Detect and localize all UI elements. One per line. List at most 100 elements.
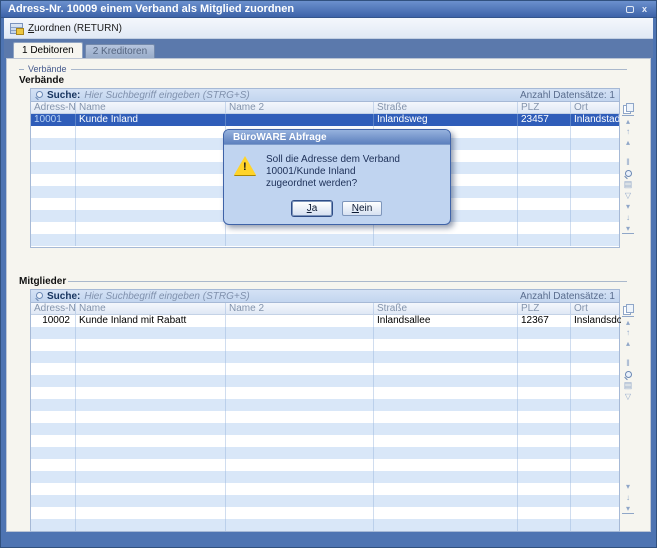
verbaende-search-bar[interactable]: Suche: Hier Suchbegriff eingeben (STRG+S… xyxy=(31,89,619,102)
column-header[interactable]: PLZ xyxy=(518,303,571,314)
window-titlebar[interactable]: Adress-Nr. 10009 einem Verband als Mitgl… xyxy=(1,1,656,18)
search-placeholder: Hier Suchbegriff eingeben (STRG+S) xyxy=(84,291,516,302)
table-row[interactable] xyxy=(31,471,619,483)
column-header[interactable]: Name 2 xyxy=(226,303,374,314)
confirm-dialog: BüroWARE Abfrage Soll die Adresse dem Ve… xyxy=(223,129,451,225)
table-row[interactable] xyxy=(31,399,619,411)
search-label: Suche: xyxy=(47,291,80,302)
verbaende-heading: Verbände xyxy=(19,75,642,86)
column-header[interactable]: Name 2 xyxy=(226,102,374,113)
scroll-top-icon[interactable]: ▴ xyxy=(622,316,634,327)
search-zoom-icon[interactable] xyxy=(622,369,634,380)
column-header[interactable]: Adress-Nr. xyxy=(31,102,76,113)
table-cell: 12367 xyxy=(518,315,571,327)
mitglieder-table: Adress-Nr.NameName 2StraßePLZOrt10002Kun… xyxy=(31,303,619,531)
filter-icon[interactable]: ▽ xyxy=(622,190,634,201)
column-header[interactable]: Name xyxy=(76,102,226,113)
list-view-icon[interactable]: ▤ xyxy=(622,179,634,190)
app-window: Adress-Nr. 10009 einem Verband als Mitgl… xyxy=(0,0,657,548)
table-cell: 10001 xyxy=(31,114,76,126)
table-cell: 23457 xyxy=(518,114,571,126)
move-up-icon[interactable]: ↑ xyxy=(622,327,634,338)
move-down-icon[interactable]: ↓ xyxy=(622,492,634,503)
column-header[interactable]: Straße xyxy=(374,303,518,314)
table-row[interactable] xyxy=(31,327,619,339)
column-header[interactable]: Ort xyxy=(571,303,621,314)
table-row[interactable] xyxy=(31,435,619,447)
table-row[interactable] xyxy=(31,447,619,459)
list-view-icon[interactable]: ▤ xyxy=(622,380,634,391)
table-row[interactable] xyxy=(31,375,619,387)
search-zoom-icon[interactable] xyxy=(622,168,634,179)
no-button[interactable]: Nein xyxy=(342,201,382,216)
column-header[interactable]: Straße xyxy=(374,102,518,113)
mitglieder-search-bar[interactable]: Suche: Hier Suchbegriff eingeben (STRG+S… xyxy=(31,290,619,303)
tab-debitoren[interactable]: 1 Debitoren xyxy=(13,42,83,58)
table-row[interactable] xyxy=(31,339,619,351)
search-icon xyxy=(35,91,43,99)
table-cell xyxy=(226,315,374,327)
scroll-top-icon[interactable]: ▴ xyxy=(622,115,634,126)
yes-button[interactable]: Ja xyxy=(292,201,332,216)
table-row[interactable] xyxy=(31,483,619,495)
table-row[interactable] xyxy=(31,495,619,507)
table-row[interactable] xyxy=(31,459,619,471)
columns-icon[interactable]: ‖ xyxy=(622,157,634,168)
dialog-titlebar[interactable]: BüroWARE Abfrage xyxy=(224,130,450,145)
assign-icon xyxy=(10,23,23,34)
page-down-icon[interactable]: ▾ xyxy=(622,481,634,492)
tab-strip: 1 Debitoren 2 Kreditoren xyxy=(4,39,653,58)
copy-icon[interactable] xyxy=(622,102,634,113)
scroll-bottom-icon[interactable]: ▾ xyxy=(622,223,634,234)
verbaende-groupbox-legend: Verbände xyxy=(19,64,627,74)
copy-icon[interactable] xyxy=(622,303,634,314)
table-row[interactable] xyxy=(31,411,619,423)
column-header[interactable]: Adress-Nr. xyxy=(31,303,76,314)
table-row[interactable] xyxy=(31,351,619,363)
mitglieder-nav-strip: ▴↑▴ ‖ ▤▽ ▾↓▾ xyxy=(620,289,636,532)
columns-icon[interactable]: ‖ xyxy=(622,358,634,369)
assign-button[interactable]: Zuordnen (RETURN) xyxy=(28,23,122,34)
search-label: Suche: xyxy=(47,90,80,101)
table-row[interactable]: 10001Kunde Inland Inlandsweg23457Inlandst… xyxy=(31,114,619,126)
table-row[interactable] xyxy=(31,363,619,375)
toolbar: Zuordnen (RETURN) xyxy=(4,18,653,39)
table-cell: Inslandsdorf xyxy=(571,315,621,327)
mitglieder-section: Mitglieder Suche: Hier Suchbegriff einge… xyxy=(15,276,642,532)
scroll-bottom-icon[interactable]: ▾ xyxy=(622,503,634,514)
verbaende-legend-label: Verbände xyxy=(26,64,69,74)
column-header[interactable]: Name xyxy=(76,303,226,314)
table-cell: 10002 xyxy=(31,315,76,327)
maximize-button[interactable] xyxy=(622,3,637,15)
table-cell: Inlandsallee xyxy=(374,315,518,327)
page-up-icon[interactable]: ▴ xyxy=(622,137,634,148)
table-cell xyxy=(226,114,374,126)
table-cell: Kunde Inland xyxy=(76,114,226,126)
dialog-message: Soll die Adresse dem Verband 10001/Kunde… xyxy=(266,154,440,190)
verbaende-nav-strip: ▴↑▴‖▤▽▾↓▾ xyxy=(620,88,636,248)
table-row[interactable] xyxy=(31,519,619,531)
page-up-icon[interactable]: ▴ xyxy=(622,338,634,349)
table-cell: Inlandstadt xyxy=(571,114,621,126)
column-header[interactable]: Ort xyxy=(571,102,621,113)
table-row[interactable] xyxy=(31,387,619,399)
tab-kreditoren[interactable]: 2 Kreditoren xyxy=(85,44,155,58)
table-cell: Inlandsweg xyxy=(374,114,518,126)
table-row[interactable] xyxy=(31,234,619,246)
table-row[interactable] xyxy=(31,423,619,435)
move-up-icon[interactable]: ↑ xyxy=(622,126,634,137)
search-placeholder: Hier Suchbegriff eingeben (STRG+S) xyxy=(84,90,516,101)
window-title: Adress-Nr. 10009 einem Verband als Mitgl… xyxy=(8,3,622,15)
table-row[interactable]: 10002Kunde Inland mit Rabatt Inlandsallee… xyxy=(31,315,619,327)
search-icon xyxy=(35,292,43,300)
table-row[interactable] xyxy=(31,507,619,519)
page-down-icon[interactable]: ▾ xyxy=(622,201,634,212)
record-count: Anzahl Datensätze: 1 xyxy=(520,90,615,101)
filter-icon[interactable]: ▽ xyxy=(622,391,634,402)
table-cell: Kunde Inland mit Rabatt xyxy=(76,315,226,327)
column-header[interactable]: PLZ xyxy=(518,102,571,113)
record-count: Anzahl Datensätze: 1 xyxy=(520,291,615,302)
maximize-icon xyxy=(626,6,634,13)
close-button[interactable]: x xyxy=(637,3,652,15)
move-down-icon[interactable]: ↓ xyxy=(622,212,634,223)
